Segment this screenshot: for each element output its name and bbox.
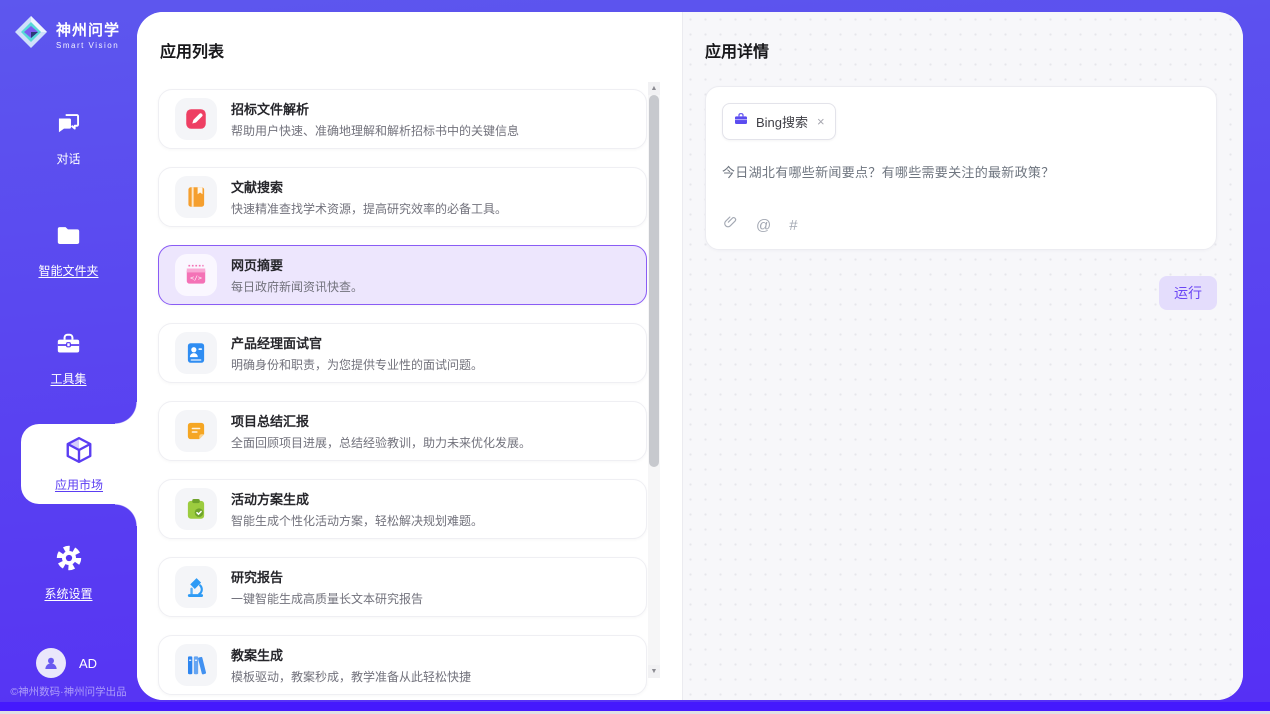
books-icon [175, 644, 217, 686]
paperclip-icon[interactable] [723, 214, 738, 236]
microscope-icon [175, 566, 217, 608]
content-shell: 应用列表 招标文件解析 帮助用户快速、准确地理解和解析招标书中的关键信息 [137, 12, 1243, 700]
app-name: 项目总结汇报 [231, 411, 531, 430]
cube-icon [64, 435, 94, 470]
close-icon[interactable]: × [817, 115, 825, 128]
bottom-accent-bar [0, 702, 1270, 711]
app-card-bid-analysis[interactable]: 招标文件解析 帮助用户快速、准确地理解和解析招标书中的关键信息 [158, 89, 647, 149]
logo-diamond-icon [13, 14, 49, 55]
prompt-card[interactable]: Bing搜索 × 今日湖北有哪些新闻要点？有哪些需要关注的最新政策？ @ # [705, 86, 1217, 250]
app-card-lesson-plan[interactable]: 教案生成 模板驱动，教案秒成，教学准备从此轻松快捷 [158, 635, 647, 695]
sidebar-item-label: 智能文件夹 [38, 262, 98, 279]
app-detail-panel: 应用详情 Bing搜索 × 今日湖北有哪些新闻要点？有哪些需要关注的最新政策？ [682, 12, 1243, 700]
app-card-pm-interviewer[interactable]: 产品经理面试官 明确身份和职责，为您提供专业性的面试问题。 [158, 323, 647, 383]
app-description: 帮助用户快速、准确地理解和解析招标书中的关键信息 [231, 122, 519, 139]
app-name: 活动方案生成 [231, 489, 483, 508]
sidebar-item-label: 工具集 [50, 370, 86, 387]
toolbox-icon [55, 330, 82, 362]
app-card-literature-search[interactable]: 文献搜索 快速精准查找学术资源，提高研究效率的必备工具。 [158, 167, 647, 227]
interviewer-icon [175, 332, 217, 374]
sidebar-item-label: 对话 [56, 150, 80, 167]
app-list-title: 应用列表 [160, 38, 648, 62]
logo-subtitle: Smart Vision [56, 41, 120, 50]
app-card-project-summary[interactable]: 项目总结汇报 全面回顾项目进展，总结经验教训，助力未来优化发展。 [158, 401, 647, 461]
app-card-research-report[interactable]: 研究报告 一键智能生成高质量长文本研究报告 [158, 557, 647, 617]
scrollbar-down-arrow[interactable]: ▼ [648, 665, 660, 678]
app-description: 智能生成个性化活动方案，轻松解决规划难题。 [231, 512, 483, 529]
edit-document-icon [175, 98, 217, 140]
tool-tag-bing-search[interactable]: Bing搜索 × [722, 103, 836, 140]
gear-icon [55, 544, 83, 577]
folder-icon [55, 222, 82, 254]
app-name: 网页摘要 [231, 255, 363, 274]
person-icon [42, 654, 60, 672]
app-detail-title: 应用详情 [705, 38, 1217, 62]
note-icon [175, 410, 217, 452]
sidebar-item-label: 系统设置 [44, 585, 92, 602]
prompt-text[interactable]: 今日湖北有哪些新闻要点？有哪些需要关注的最新政策？ [722, 162, 1200, 181]
sidebar: 神州问学 Smart Vision 对话 智能文件夹 [0, 0, 137, 703]
user-account[interactable]: AD [36, 648, 97, 678]
tool-tag-label: Bing搜索 [756, 112, 808, 131]
scrollbar-thumb[interactable] [649, 95, 659, 467]
attachment-toolbar: @ # [723, 214, 798, 236]
app-description: 模板驱动，教案秒成，教学准备从此轻松快捷 [231, 668, 471, 685]
app-name: 教案生成 [231, 645, 471, 664]
app-description: 快速精准查找学术资源，提高研究效率的必备工具。 [231, 200, 507, 217]
sidebar-item-label: 应用市场 [55, 476, 103, 493]
app-list-panel: 应用列表 招标文件解析 帮助用户快速、准确地理解和解析招标书中的关键信息 [137, 12, 682, 700]
app-name: 研究报告 [231, 567, 423, 586]
browser-code-icon: </> [175, 254, 217, 296]
app-description: 明确身份和职责，为您提供专业性的面试问题。 [231, 356, 483, 373]
app-description: 一键智能生成高质量长文本研究报告 [231, 590, 423, 607]
run-button[interactable]: 运行 [1159, 276, 1217, 310]
hash-icon[interactable]: # [789, 217, 797, 234]
clipboard-check-icon [175, 488, 217, 530]
avatar [36, 648, 66, 678]
user-name: AD [79, 656, 97, 671]
mention-icon[interactable]: @ [756, 217, 771, 234]
copyright-text: ©神州数码·神州问学出品 [0, 684, 137, 699]
scrollbar-up-arrow[interactable]: ▲ [648, 82, 660, 95]
sidebar-item-settings[interactable]: 系统设置 [0, 544, 137, 602]
logo-title: 神州问学 [56, 19, 120, 40]
briefcase-icon [733, 111, 749, 132]
app-description: 全面回顾项目进展，总结经验教训，助力未来优化发展。 [231, 434, 531, 451]
app-description: 每日政府新闻资讯快查。 [231, 278, 363, 295]
app-list-scrollbar[interactable]: ▲ ▼ [648, 82, 660, 678]
book-icon [175, 176, 217, 218]
app-card-event-plan[interactable]: 活动方案生成 智能生成个性化活动方案，轻松解决规划难题。 [158, 479, 647, 539]
chat-icon [55, 110, 82, 142]
sidebar-item-toolset[interactable]: 工具集 [0, 330, 137, 387]
sidebar-item-chat[interactable]: 对话 [0, 110, 137, 167]
run-row: 运行 [705, 276, 1217, 310]
sidebar-item-smart-folder[interactable]: 智能文件夹 [0, 222, 137, 279]
app-name: 产品经理面试官 [231, 333, 483, 352]
app-card-web-summary[interactable]: </> 网页摘要 每日政府新闻资讯快查。 [158, 245, 647, 305]
app-name: 文献搜索 [231, 177, 507, 196]
app-window: 神州问学 Smart Vision 对话 智能文件夹 [0, 0, 1270, 714]
svg-text:</>: </> [190, 274, 202, 282]
sidebar-item-app-market[interactable]: 应用市场 [21, 424, 137, 504]
app-name: 招标文件解析 [231, 99, 519, 118]
app-card-list: 招标文件解析 帮助用户快速、准确地理解和解析招标书中的关键信息 文献搜索 [158, 89, 647, 695]
app-logo: 神州问学 Smart Vision [13, 14, 120, 55]
